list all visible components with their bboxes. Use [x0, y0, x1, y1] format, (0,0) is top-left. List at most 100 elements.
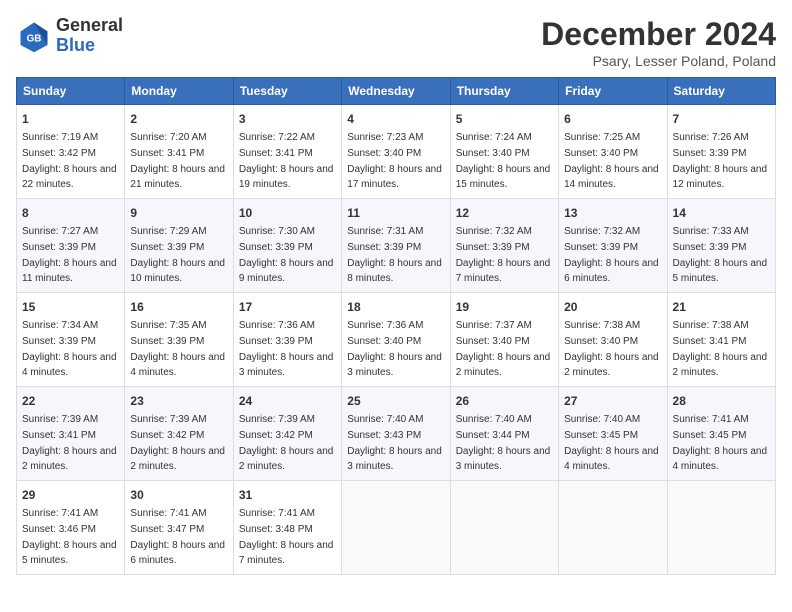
- day-detail: Sunrise: 7:31 AMSunset: 3:39 PMDaylight:…: [347, 226, 442, 284]
- day-number: 2: [130, 110, 227, 128]
- calendar-cell: [342, 481, 450, 575]
- title-area: December 2024 Psary, Lesser Poland, Pola…: [541, 16, 776, 69]
- day-detail: Sunrise: 7:41 AMSunset: 3:45 PMDaylight:…: [673, 414, 768, 472]
- day-number: 27: [564, 392, 661, 410]
- day-number: 29: [22, 486, 119, 504]
- day-number: 14: [673, 204, 770, 222]
- weekday-header-tuesday: Tuesday: [233, 78, 341, 105]
- logo-blue: Blue: [56, 35, 95, 55]
- logo-icon: GB: [16, 18, 52, 54]
- day-detail: Sunrise: 7:38 AMSunset: 3:40 PMDaylight:…: [564, 320, 659, 378]
- day-detail: Sunrise: 7:23 AMSunset: 3:40 PMDaylight:…: [347, 132, 442, 190]
- day-number: 10: [239, 204, 336, 222]
- day-number: 11: [347, 204, 444, 222]
- calendar-cell: 27 Sunrise: 7:40 AMSunset: 3:45 PMDaylig…: [559, 387, 667, 481]
- day-number: 23: [130, 392, 227, 410]
- day-detail: Sunrise: 7:30 AMSunset: 3:39 PMDaylight:…: [239, 226, 334, 284]
- day-number: 1: [22, 110, 119, 128]
- calendar-cell: 3 Sunrise: 7:22 AMSunset: 3:41 PMDayligh…: [233, 105, 341, 199]
- day-number: 12: [456, 204, 553, 222]
- day-number: 13: [564, 204, 661, 222]
- calendar-cell: 29 Sunrise: 7:41 AMSunset: 3:46 PMDaylig…: [17, 481, 125, 575]
- weekday-header-thursday: Thursday: [450, 78, 558, 105]
- calendar-cell: [559, 481, 667, 575]
- calendar-cell: 24 Sunrise: 7:39 AMSunset: 3:42 PMDaylig…: [233, 387, 341, 481]
- day-detail: Sunrise: 7:40 AMSunset: 3:44 PMDaylight:…: [456, 414, 551, 472]
- calendar-cell: 9 Sunrise: 7:29 AMSunset: 3:39 PMDayligh…: [125, 199, 233, 293]
- day-number: 7: [673, 110, 770, 128]
- calendar-week-3: 15 Sunrise: 7:34 AMSunset: 3:39 PMDaylig…: [17, 293, 776, 387]
- calendar-cell: 21 Sunrise: 7:38 AMSunset: 3:41 PMDaylig…: [667, 293, 775, 387]
- calendar-cell: 19 Sunrise: 7:37 AMSunset: 3:40 PMDaylig…: [450, 293, 558, 387]
- day-detail: Sunrise: 7:19 AMSunset: 3:42 PMDaylight:…: [22, 132, 117, 190]
- calendar-week-2: 8 Sunrise: 7:27 AMSunset: 3:39 PMDayligh…: [17, 199, 776, 293]
- calendar-cell: 14 Sunrise: 7:33 AMSunset: 3:39 PMDaylig…: [667, 199, 775, 293]
- day-number: 9: [130, 204, 227, 222]
- day-detail: Sunrise: 7:32 AMSunset: 3:39 PMDaylight:…: [456, 226, 551, 284]
- day-number: 16: [130, 298, 227, 316]
- day-detail: Sunrise: 7:22 AMSunset: 3:41 PMDaylight:…: [239, 132, 334, 190]
- calendar-cell: 11 Sunrise: 7:31 AMSunset: 3:39 PMDaylig…: [342, 199, 450, 293]
- day-number: 6: [564, 110, 661, 128]
- calendar-cell: 5 Sunrise: 7:24 AMSunset: 3:40 PMDayligh…: [450, 105, 558, 199]
- calendar-week-1: 1 Sunrise: 7:19 AMSunset: 3:42 PMDayligh…: [17, 105, 776, 199]
- calendar-cell: 1 Sunrise: 7:19 AMSunset: 3:42 PMDayligh…: [17, 105, 125, 199]
- day-number: 15: [22, 298, 119, 316]
- calendar-cell: 7 Sunrise: 7:26 AMSunset: 3:39 PMDayligh…: [667, 105, 775, 199]
- day-detail: Sunrise: 7:36 AMSunset: 3:40 PMDaylight:…: [347, 320, 442, 378]
- calendar-cell: 6 Sunrise: 7:25 AMSunset: 3:40 PMDayligh…: [559, 105, 667, 199]
- logo-text: General Blue: [56, 16, 123, 56]
- calendar-cell: 15 Sunrise: 7:34 AMSunset: 3:39 PMDaylig…: [17, 293, 125, 387]
- day-detail: Sunrise: 7:20 AMSunset: 3:41 PMDaylight:…: [130, 132, 225, 190]
- day-detail: Sunrise: 7:38 AMSunset: 3:41 PMDaylight:…: [673, 320, 768, 378]
- day-detail: Sunrise: 7:25 AMSunset: 3:40 PMDaylight:…: [564, 132, 659, 190]
- month-title: December 2024: [541, 16, 776, 53]
- calendar-cell: 8 Sunrise: 7:27 AMSunset: 3:39 PMDayligh…: [17, 199, 125, 293]
- weekday-header-monday: Monday: [125, 78, 233, 105]
- day-detail: Sunrise: 7:41 AMSunset: 3:47 PMDaylight:…: [130, 508, 225, 566]
- day-detail: Sunrise: 7:41 AMSunset: 3:46 PMDaylight:…: [22, 508, 117, 566]
- day-detail: Sunrise: 7:24 AMSunset: 3:40 PMDaylight:…: [456, 132, 551, 190]
- weekday-header-wednesday: Wednesday: [342, 78, 450, 105]
- calendar-cell: 12 Sunrise: 7:32 AMSunset: 3:39 PMDaylig…: [450, 199, 558, 293]
- calendar-cell: 20 Sunrise: 7:38 AMSunset: 3:40 PMDaylig…: [559, 293, 667, 387]
- day-number: 22: [22, 392, 119, 410]
- day-number: 26: [456, 392, 553, 410]
- day-number: 17: [239, 298, 336, 316]
- logo-general: General: [56, 15, 123, 35]
- day-number: 30: [130, 486, 227, 504]
- day-number: 8: [22, 204, 119, 222]
- calendar-cell: 23 Sunrise: 7:39 AMSunset: 3:42 PMDaylig…: [125, 387, 233, 481]
- svg-text:GB: GB: [27, 33, 42, 44]
- day-detail: Sunrise: 7:40 AMSunset: 3:45 PMDaylight:…: [564, 414, 659, 472]
- day-detail: Sunrise: 7:37 AMSunset: 3:40 PMDaylight:…: [456, 320, 551, 378]
- logo: GB General Blue: [16, 16, 123, 56]
- calendar-cell: 28 Sunrise: 7:41 AMSunset: 3:45 PMDaylig…: [667, 387, 775, 481]
- calendar-cell: 17 Sunrise: 7:36 AMSunset: 3:39 PMDaylig…: [233, 293, 341, 387]
- calendar-week-5: 29 Sunrise: 7:41 AMSunset: 3:46 PMDaylig…: [17, 481, 776, 575]
- calendar-cell: 30 Sunrise: 7:41 AMSunset: 3:47 PMDaylig…: [125, 481, 233, 575]
- calendar-cell: 18 Sunrise: 7:36 AMSunset: 3:40 PMDaylig…: [342, 293, 450, 387]
- weekday-header-friday: Friday: [559, 78, 667, 105]
- day-detail: Sunrise: 7:41 AMSunset: 3:48 PMDaylight:…: [239, 508, 334, 566]
- day-number: 4: [347, 110, 444, 128]
- calendar-cell: 25 Sunrise: 7:40 AMSunset: 3:43 PMDaylig…: [342, 387, 450, 481]
- calendar-cell: 13 Sunrise: 7:32 AMSunset: 3:39 PMDaylig…: [559, 199, 667, 293]
- calendar-cell: 10 Sunrise: 7:30 AMSunset: 3:39 PMDaylig…: [233, 199, 341, 293]
- calendar-cell: [667, 481, 775, 575]
- day-number: 24: [239, 392, 336, 410]
- calendar-cell: [450, 481, 558, 575]
- day-number: 25: [347, 392, 444, 410]
- day-number: 5: [456, 110, 553, 128]
- day-detail: Sunrise: 7:29 AMSunset: 3:39 PMDaylight:…: [130, 226, 225, 284]
- day-detail: Sunrise: 7:27 AMSunset: 3:39 PMDaylight:…: [22, 226, 117, 284]
- day-detail: Sunrise: 7:36 AMSunset: 3:39 PMDaylight:…: [239, 320, 334, 378]
- day-number: 19: [456, 298, 553, 316]
- day-detail: Sunrise: 7:40 AMSunset: 3:43 PMDaylight:…: [347, 414, 442, 472]
- weekday-header-saturday: Saturday: [667, 78, 775, 105]
- day-detail: Sunrise: 7:39 AMSunset: 3:42 PMDaylight:…: [239, 414, 334, 472]
- day-number: 18: [347, 298, 444, 316]
- calendar-cell: 26 Sunrise: 7:40 AMSunset: 3:44 PMDaylig…: [450, 387, 558, 481]
- calendar-cell: 31 Sunrise: 7:41 AMSunset: 3:48 PMDaylig…: [233, 481, 341, 575]
- calendar-cell: 22 Sunrise: 7:39 AMSunset: 3:41 PMDaylig…: [17, 387, 125, 481]
